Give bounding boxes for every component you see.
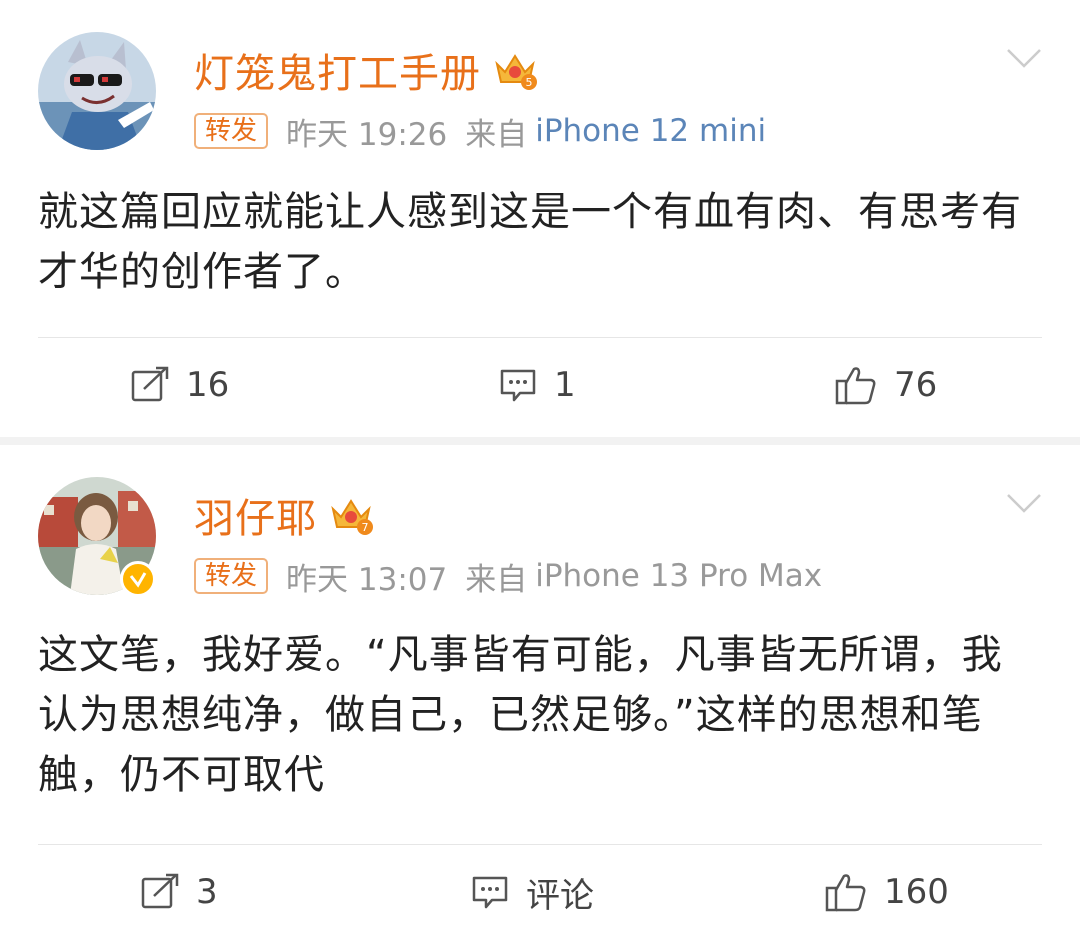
post-content[interactable]: 就这篇回应就能让人感到这是一个有血有肉、有思考有才华的创作者了。 [38, 182, 1040, 302]
like-icon [825, 874, 866, 912]
chevron-down-icon[interactable] [1006, 46, 1042, 70]
source-prefix: 来自 [465, 561, 528, 598]
repost-icon [131, 366, 169, 402]
like-button[interactable]: 76 [834, 355, 937, 415]
comment-icon [500, 369, 536, 402]
comment-icon [472, 876, 508, 909]
action-bar: 16 1 76 [0, 355, 1080, 415]
post-meta: 转发 昨天 13:07 来自 iPhone 13 Pro Max [194, 555, 823, 598]
avatar[interactable] [38, 32, 156, 150]
repost-count: 3 [196, 872, 218, 912]
source-device[interactable]: iPhone 12 mini [535, 113, 766, 149]
like-icon [835, 367, 876, 405]
post-separator [0, 437, 1080, 445]
like-count: 76 [894, 365, 938, 405]
username[interactable]: 羽仔耶 [194, 486, 317, 544]
repost-button[interactable]: 16 [130, 355, 229, 415]
weibo-post: 羽仔耶 7 转发 昨天 13:07 来自 iPhone 13 Pro Max 这… [0, 445, 1080, 937]
post-time: 昨天 19:26 [286, 116, 448, 153]
repost-button[interactable]: 3 [140, 862, 218, 922]
comment-button[interactable]: 1 [498, 355, 576, 415]
comment-button[interactable]: 评论 [470, 862, 594, 922]
comment-label: 评论 [526, 875, 594, 916]
post-time: 昨天 13:07 [286, 561, 448, 598]
post-meta: 转发 昨天 19:26 来自 iPhone 12 mini [194, 110, 766, 153]
vip-crown-icon[interactable]: 7 [329, 495, 373, 535]
repost-icon [141, 873, 179, 909]
vip-crown-icon[interactable]: 5 [493, 50, 537, 90]
like-count: 160 [884, 872, 949, 912]
repost-count: 16 [186, 365, 230, 405]
username-row: 羽仔耶 7 [194, 486, 373, 544]
chevron-down-icon[interactable] [1006, 491, 1042, 515]
svg-text:5: 5 [526, 76, 533, 89]
source-device: iPhone 13 Pro Max [535, 558, 823, 594]
action-bar: 3 评论 160 [0, 862, 1080, 922]
post-content[interactable]: 这文笔，我好爱。“凡事皆有可能，凡事皆无所谓，我认为思想纯净，做自己，已然足够。… [38, 625, 1040, 805]
repost-tag: 转发 [194, 558, 269, 594]
repost-tag: 转发 [194, 113, 269, 149]
weibo-post: 灯笼鬼打工手册 5 转发 昨天 19:26 来自 iPhone 12 mini … [0, 0, 1080, 437]
svg-text:7: 7 [362, 521, 369, 534]
like-button[interactable]: 160 [824, 862, 949, 922]
source-prefix: 来自 [465, 116, 528, 153]
username-row: 灯笼鬼打工手册 5 [194, 41, 537, 99]
divider [38, 844, 1042, 845]
username[interactable]: 灯笼鬼打工手册 [194, 41, 481, 99]
divider [38, 337, 1042, 338]
comment-count: 1 [554, 365, 576, 405]
verified-badge-icon [120, 561, 156, 597]
